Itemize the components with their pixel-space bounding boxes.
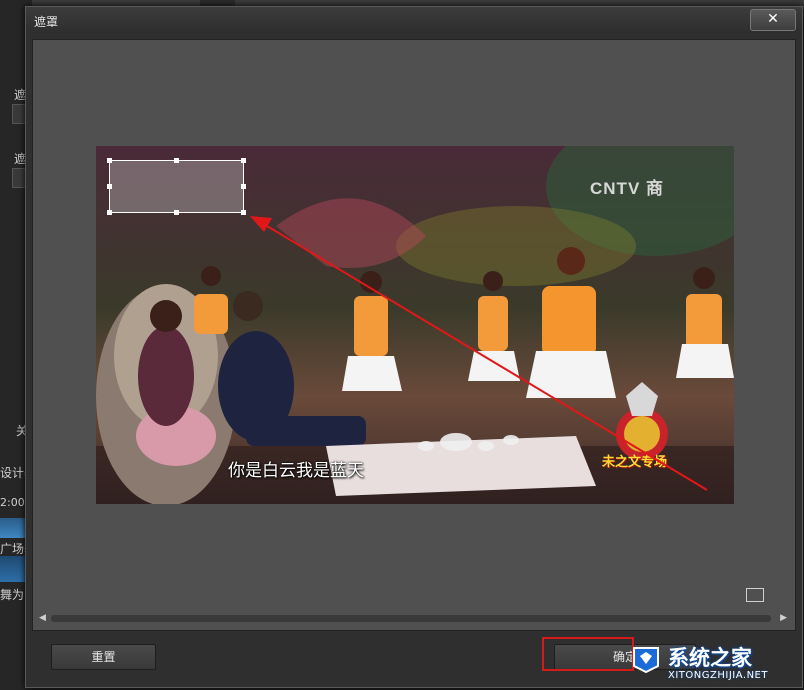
background-thumbnail bbox=[0, 518, 26, 538]
program-badge-text: 未之文专场 bbox=[602, 455, 668, 470]
resize-handle-bottom[interactable] bbox=[174, 210, 179, 215]
channel-logo: CNTV 商 bbox=[590, 179, 664, 198]
close-icon: ✕ bbox=[767, 11, 779, 27]
site-watermark: 系统之家 XITONGZHIJIA.NET bbox=[620, 636, 804, 690]
scrollbar-track[interactable] bbox=[51, 615, 771, 622]
horizontal-scrollbar[interactable]: ◀ ▶ bbox=[39, 612, 787, 624]
video-subtitle: 你是白云我是蓝天 bbox=[228, 461, 364, 481]
fit-screen-icon[interactable] bbox=[746, 588, 764, 602]
mask-selection-box[interactable] bbox=[107, 158, 246, 215]
watermark-title: 系统之家 bbox=[668, 646, 752, 670]
reset-button[interactable]: 重置 bbox=[51, 644, 156, 670]
resize-handle-top[interactable] bbox=[174, 158, 179, 163]
close-button[interactable]: ✕ bbox=[750, 9, 796, 31]
dialog-titlebar[interactable]: 遮罩 ✕ bbox=[26, 7, 802, 33]
scroll-left-arrow-icon[interactable]: ◀ bbox=[39, 612, 46, 624]
watermark-url: XITONGZHIJIA.NET bbox=[668, 670, 768, 681]
resize-handle-bottom-left[interactable] bbox=[107, 210, 112, 215]
preview-work-area: CNTV 商 未之文专场 你是白云我是蓝天 ◀ ▶ bbox=[32, 39, 796, 631]
mask-dialog: 遮罩 ✕ CNTV 商 未之文专场 你是白云我是蓝天 ◀ ▶ 重置 确定 bbox=[25, 6, 803, 688]
resize-handle-top-right[interactable] bbox=[241, 158, 246, 163]
resize-handle-right[interactable] bbox=[241, 184, 246, 189]
resize-handle-top-left[interactable] bbox=[107, 158, 112, 163]
resize-handle-left[interactable] bbox=[107, 184, 112, 189]
resize-handle-bottom-right[interactable] bbox=[241, 210, 246, 215]
watermark-logo-icon bbox=[633, 647, 659, 674]
background-thumbnail bbox=[0, 556, 26, 582]
video-preview[interactable]: CNTV 商 未之文专场 你是白云我是蓝天 bbox=[96, 146, 734, 504]
scroll-right-arrow-icon[interactable]: ▶ bbox=[780, 612, 787, 624]
dialog-title: 遮罩 bbox=[34, 15, 59, 29]
